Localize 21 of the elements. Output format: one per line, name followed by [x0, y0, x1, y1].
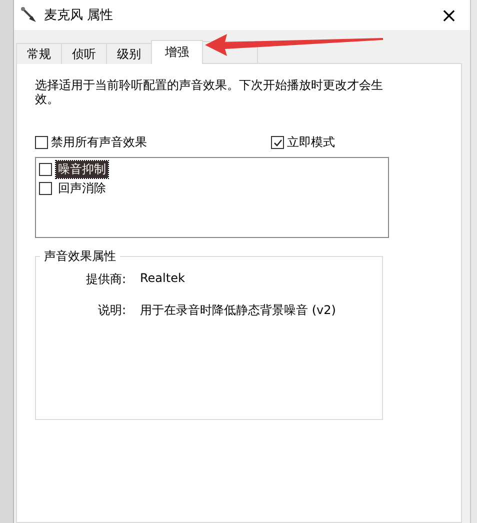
- window-title: 麦克风 属性: [44, 7, 114, 24]
- checkbox[interactable]: [271, 136, 284, 149]
- property-value: Realtek: [140, 271, 186, 287]
- property-label: 说明:: [96, 302, 126, 319]
- checkbox[interactable]: [35, 136, 48, 149]
- tab[interactable]: 侦听: [61, 43, 107, 64]
- property-label: 提供商:: [84, 271, 126, 288]
- tab[interactable]: 常规: [16, 43, 62, 64]
- checkbox[interactable]: [39, 182, 52, 195]
- checkbox-label: 立即模式: [287, 134, 335, 151]
- tab[interactable]: 级别: [106, 43, 152, 64]
- property-value: 用于在录音时降低静态背景噪音 (v2): [140, 302, 337, 319]
- description-text: 选择适用于当前聆听配置的声音效果。下次开始播放时更改才会生效。: [35, 78, 384, 106]
- close-button[interactable]: ×: [434, 1, 464, 29]
- group-title: 声音效果属性: [43, 248, 117, 265]
- list-item[interactable]: 噪音抑制: [56, 161, 108, 178]
- tab[interactable]: 增强: [151, 40, 203, 64]
- checkbox[interactable]: [39, 163, 52, 176]
- list-item[interactable]: 回声消除: [56, 180, 108, 197]
- microphone-icon: [20, 6, 38, 24]
- checkbox-label: 禁用所有声音效果: [51, 134, 147, 151]
